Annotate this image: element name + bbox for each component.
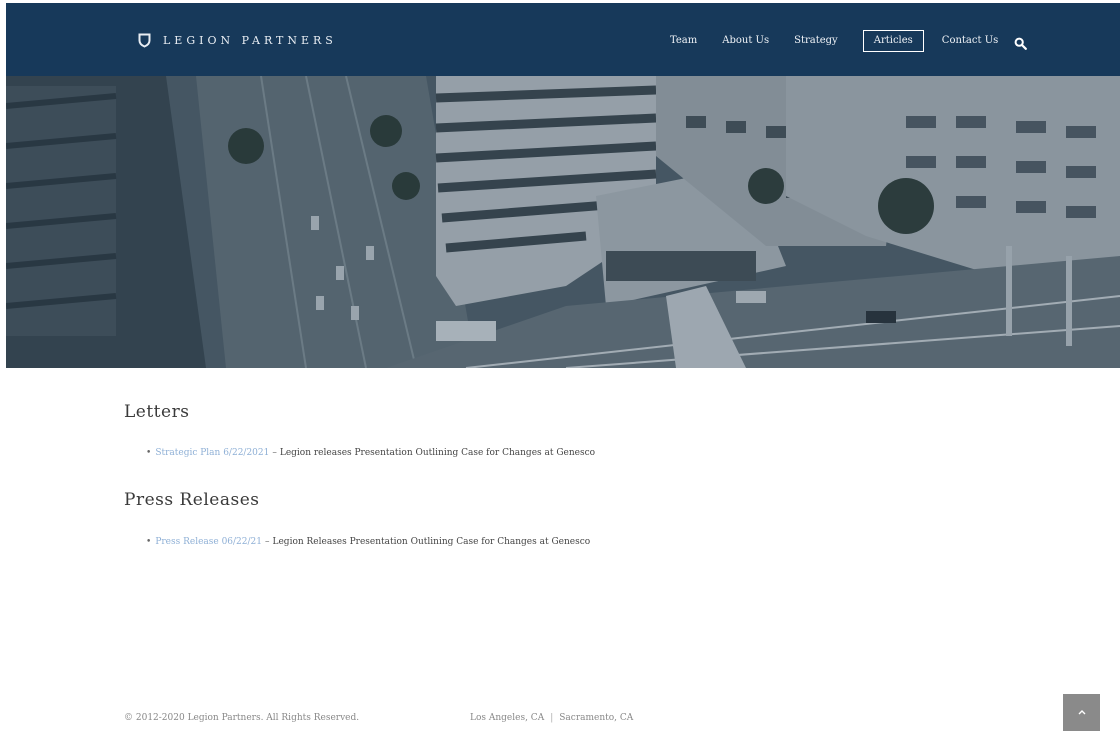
- letter-link[interactable]: Strategic Plan 6/22/2021: [155, 448, 269, 458]
- press-release-link[interactable]: Press Release 06/22/21: [155, 537, 262, 547]
- search-icon[interactable]: [1014, 35, 1028, 50]
- letter-description: Legion releases Presentation Outlining C…: [279, 448, 596, 458]
- brand-name: LEGION PARTNERS: [163, 34, 337, 47]
- nav-team[interactable]: Team: [670, 31, 697, 51]
- nav-contact-us[interactable]: Contact Us: [942, 31, 998, 51]
- logo[interactable]: LEGION PARTNERS: [138, 33, 337, 48]
- navbar: LEGION PARTNERS Team About Us Strategy A…: [6, 3, 1120, 76]
- location-sacramento: Sacramento, CA: [559, 713, 634, 723]
- footer-locations: Los Angeles, CA | Sacramento, CA: [470, 713, 633, 723]
- back-to-top-button[interactable]: [1063, 694, 1100, 731]
- separator: –: [265, 537, 270, 547]
- press-releases-heading: Press Releases: [124, 490, 260, 510]
- nav-about-us[interactable]: About Us: [722, 31, 769, 51]
- bullet: •: [146, 537, 152, 547]
- separator: –: [272, 448, 277, 458]
- location-los-angeles: Los Angeles, CA: [470, 713, 545, 723]
- location-separator: |: [550, 713, 554, 723]
- chevron-up-icon: [1078, 710, 1085, 715]
- letters-heading: Letters: [124, 402, 190, 422]
- shield-logo-icon: [138, 33, 151, 48]
- press-release-description: Legion Releases Presentation Outlining C…: [272, 537, 591, 547]
- hero-image: [6, 76, 1120, 368]
- header-frame: LEGION PARTNERS Team About Us Strategy A…: [6, 3, 1120, 368]
- nav-articles[interactable]: Articles: [862, 30, 924, 52]
- main-nav: Team About Us Strategy Articles Contact …: [670, 30, 1028, 52]
- list-item: • Strategic Plan 6/22/2021– Legion release…: [146, 448, 595, 458]
- footer-copyright: © 2012-2020 Legion Partners. All Rights …: [124, 713, 360, 723]
- bullet: •: [146, 448, 152, 458]
- list-item: • Press Release 06/22/21– Legion Releases …: [146, 537, 590, 547]
- nav-strategy[interactable]: Strategy: [794, 31, 838, 51]
